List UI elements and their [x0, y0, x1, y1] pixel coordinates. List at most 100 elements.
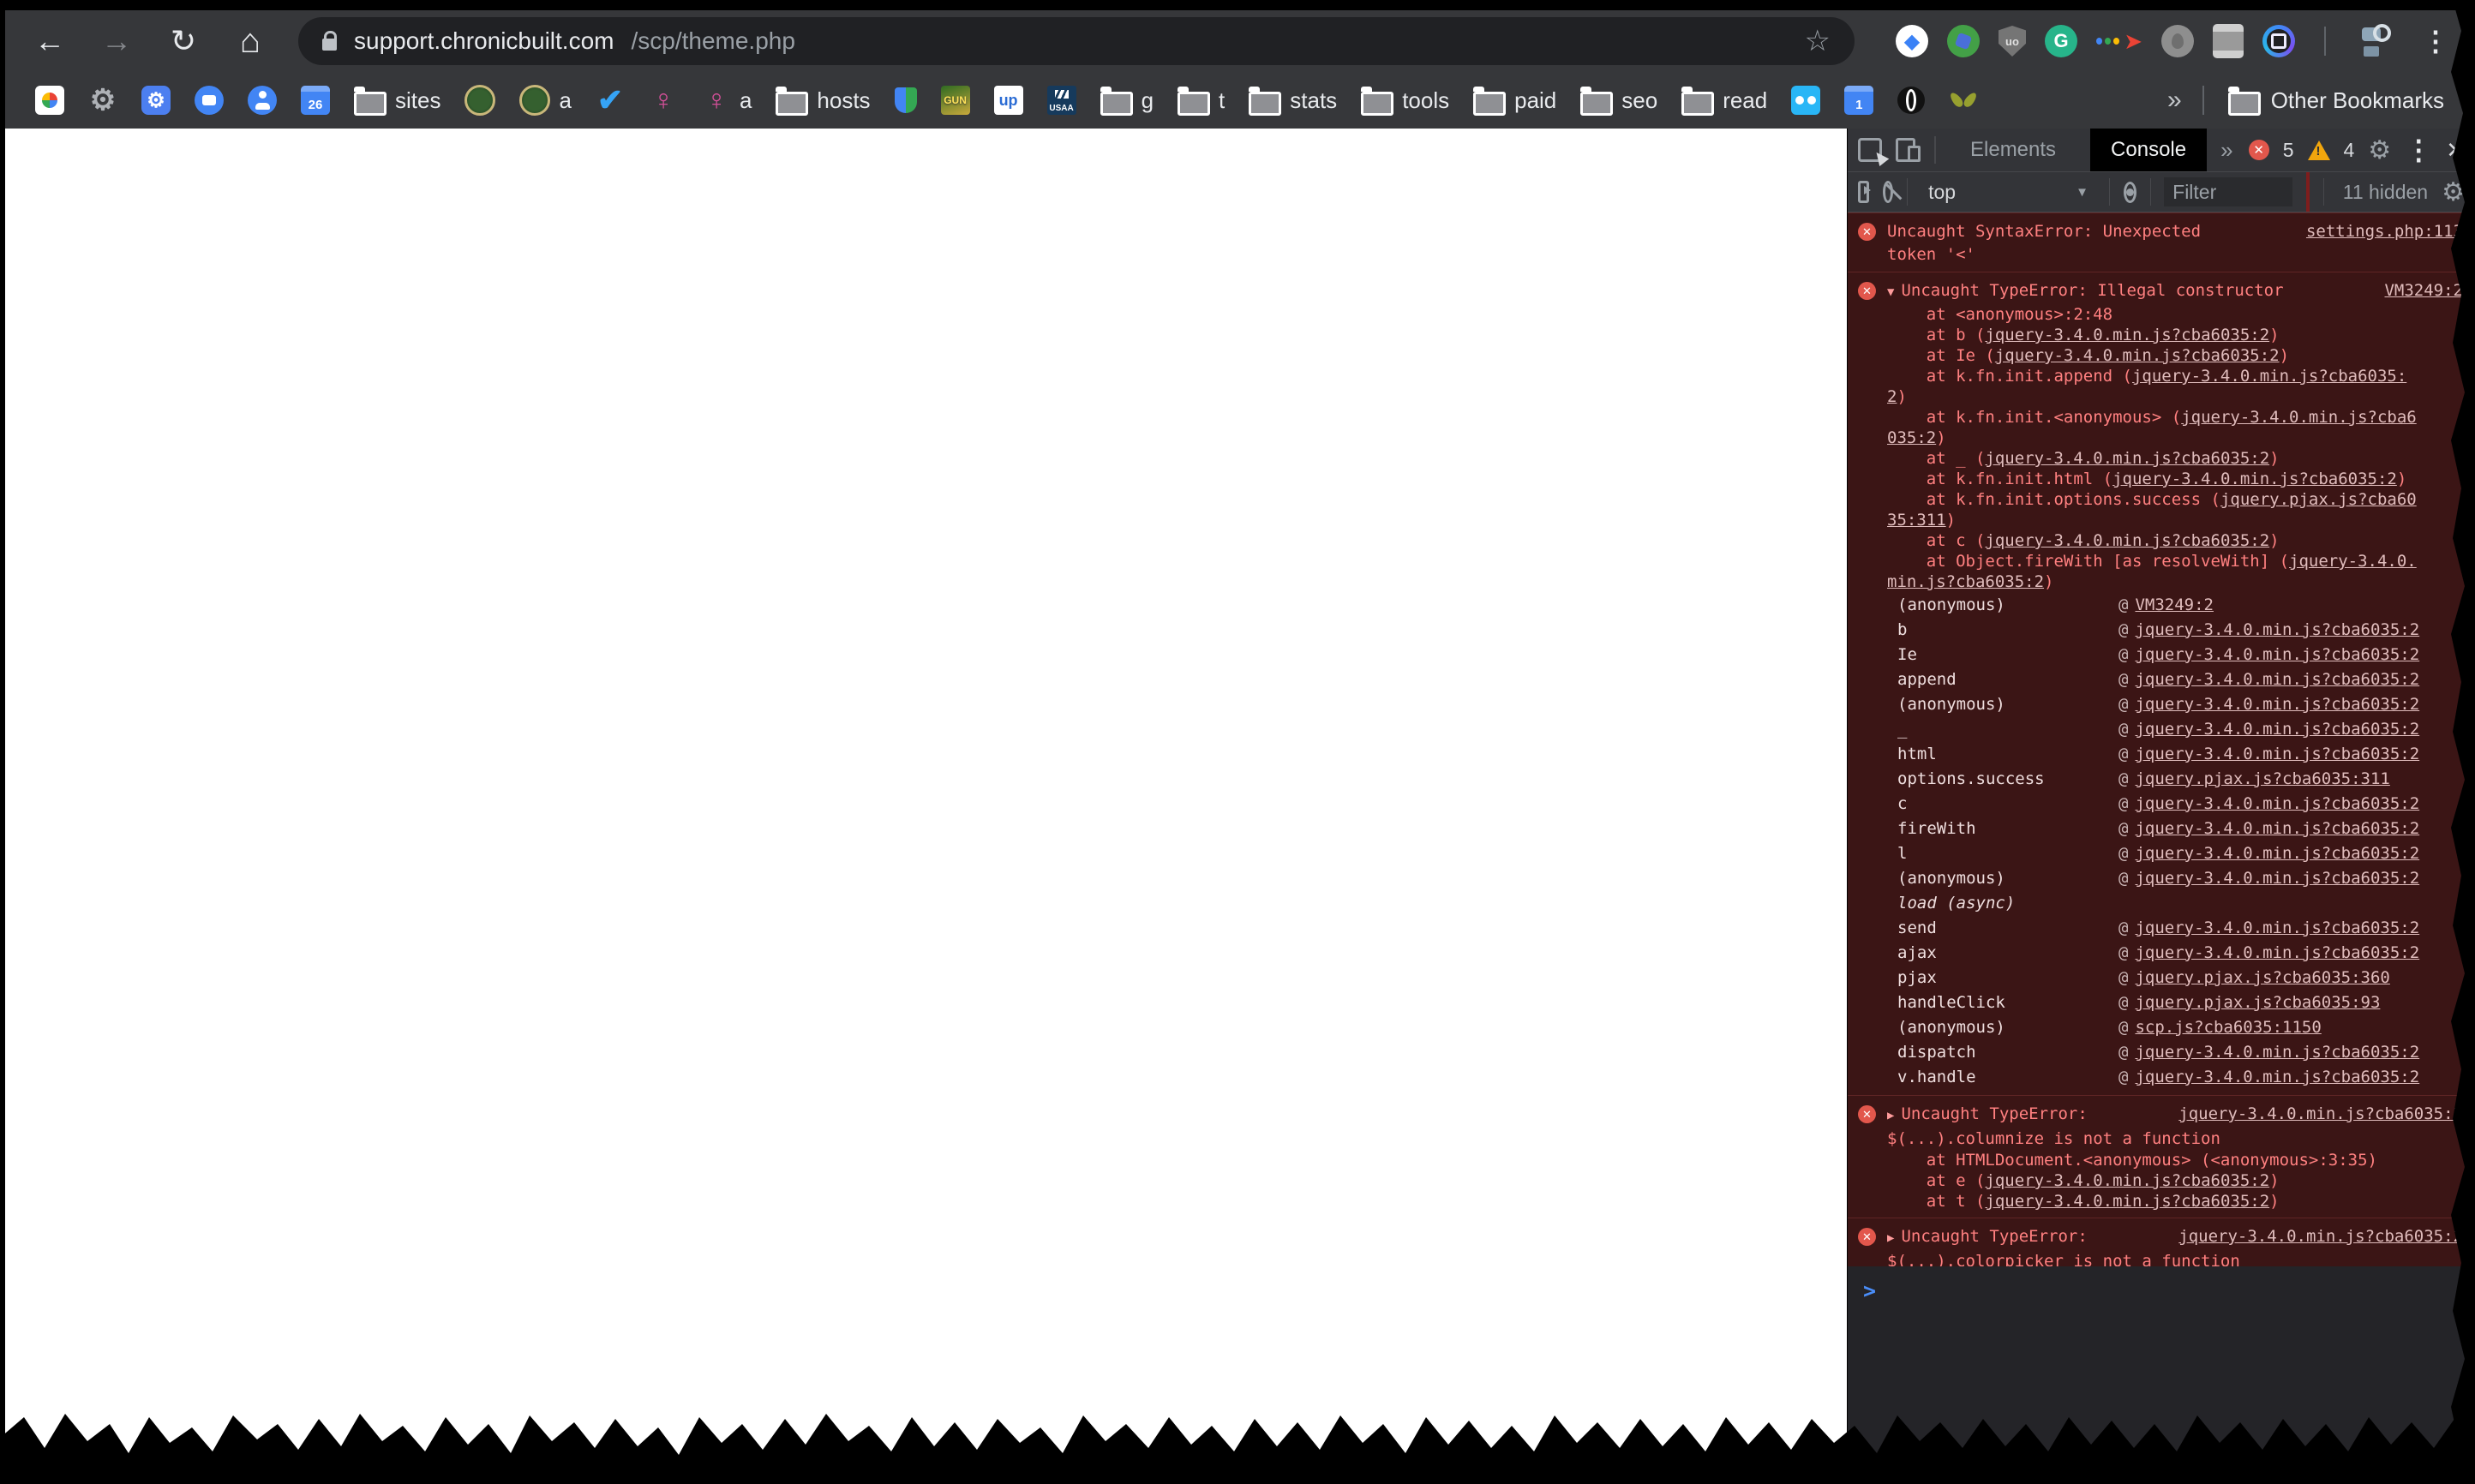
source-link[interactable]: jquery-3.4.0.min.js?cba6035:2 — [2135, 819, 2419, 838]
bookmark-chat[interactable] — [187, 86, 231, 115]
bookmark-binoculars[interactable] — [1783, 86, 1828, 115]
source-link[interactable]: jquery-3.4.0.min.js?cba6035:2 — [2135, 620, 2419, 639]
error-icon — [1858, 1228, 1876, 1246]
home-button[interactable] — [231, 22, 269, 61]
bookmark-stats[interactable]: stats — [1241, 85, 1345, 116]
clear-console-icon[interactable] — [1883, 181, 1894, 203]
page-content[interactable] — [5, 129, 1847, 1484]
bookmark-seo[interactable]: seo — [1573, 85, 1665, 116]
bookmark-shield-duo[interactable] — [887, 87, 925, 113]
bookmark-check[interactable] — [588, 86, 632, 115]
devtools-settings-icon[interactable] — [2368, 135, 2391, 165]
filter-input[interactable] — [2164, 177, 2293, 206]
ring-extension-icon[interactable] — [2262, 25, 2295, 57]
bookmark-a[interactable]: a — [694, 86, 759, 115]
source-link[interactable]: jquery-3.4.0.min.js?cba6035:2 — [2135, 943, 2419, 962]
bookmark-globe[interactable] — [1890, 87, 1933, 114]
bookmark-a[interactable]: a — [512, 85, 578, 116]
bookmark-hosts[interactable]: hosts — [768, 85, 878, 116]
source-link[interactable]: jquery-3.4.0.min.js?cba6035:2 — [2135, 745, 2419, 763]
ublock-extension-icon[interactable]: uo — [1999, 26, 2026, 57]
inspect-element-icon[interactable] — [1858, 138, 1882, 162]
bookmark-gear[interactable] — [81, 86, 125, 115]
bookmark-star-icon[interactable] — [1805, 24, 1831, 58]
gem-extension-icon[interactable] — [1896, 25, 1928, 57]
console-message[interactable]: ▶Uncaught TypeError:jquery-3.4.0.min.js?… — [1848, 1218, 2475, 1266]
upwork-icon: up — [993, 86, 1023, 115]
source-link[interactable]: jquery-3.4.0.min.js?cba6035:2 — [2135, 670, 2419, 689]
source-link[interactable]: jquery.pjax.js?cba6035:360 — [2135, 968, 2389, 987]
live-expression-icon[interactable] — [2123, 181, 2136, 203]
source-link[interactable]: settings.php:113 — [2306, 220, 2463, 243]
bookmark-g[interactable]: g — [1093, 85, 1161, 116]
warning-count-icon[interactable] — [2307, 140, 2330, 160]
forward-button[interactable] — [98, 23, 135, 59]
source-link[interactable]: jquery.pjax.js?cba6035:311 — [2135, 769, 2389, 788]
console-message[interactable]: Uncaught SyntaxError: Unexpectedsettings… — [1848, 212, 2475, 272]
source-link[interactable]: jquery-3.4.0.min.js?cba6035:2 — [2135, 869, 2419, 888]
expand-arrow-icon[interactable]: ▶ — [1887, 1109, 1894, 1122]
bookmarks-overflow-icon[interactable] — [2155, 86, 2194, 115]
back-button[interactable] — [31, 23, 69, 59]
bookmark-gun[interactable]: GUN — [933, 86, 978, 115]
devtools-menu-icon[interactable] — [2405, 134, 2432, 166]
bookmark-venus[interactable] — [641, 86, 686, 115]
context-selector[interactable]: top — [1921, 181, 2095, 204]
bookmark-plant[interactable] — [1941, 86, 1986, 115]
source-link[interactable]: jquery-3.4.0.min.js?cba6035:2 — [2135, 720, 2419, 739]
source-link[interactable]: jquery-3.4.0.min.js?cba6035:2 — [2178, 1103, 2463, 1126]
bookmark-upwork[interactable]: up — [986, 86, 1031, 115]
toolbar-divider — [2324, 27, 2326, 56]
console-message[interactable]: ▼Uncaught TypeError: Illegal constructor… — [1848, 272, 2475, 1096]
console-message[interactable]: ▶Uncaught TypeError:jquery-3.4.0.min.js?… — [1848, 1096, 2475, 1218]
source-link[interactable]: jquery-3.4.0.min.js?cba6035:2 — [2135, 1068, 2419, 1086]
reload-button[interactable] — [165, 23, 202, 59]
device-toolbar-icon[interactable] — [1896, 138, 1921, 162]
bookmark-read[interactable]: read — [1674, 85, 1775, 116]
source-link[interactable]: jquery-3.4.0.min.js?cba6035:2 — [2135, 919, 2419, 937]
source-link[interactable]: jquery-3.4.0.min.js?cba6035:2 — [2135, 645, 2419, 664]
address-bar[interactable]: support.chronicbuilt.com /scp/theme.php — [298, 17, 1855, 65]
bookmark-sites[interactable]: sites — [346, 85, 448, 116]
tagarrow-extension-icon[interactable] — [2096, 25, 2142, 57]
bookmark-usaa[interactable]: USAA — [1040, 86, 1084, 115]
bookmark-t[interactable]: t — [1170, 85, 1232, 116]
source-link[interactable]: jquery-3.4.0.min.js?cba6035:2 — [2135, 844, 2419, 863]
console-prompt-row[interactable]: > — [1848, 1266, 2475, 1484]
other-bookmarks[interactable]: Other Bookmarks — [2213, 85, 2453, 116]
source-link[interactable]: jquery-3.4.0.min.js?cba6035:2 — [2135, 1043, 2419, 1062]
source-link[interactable]: jquery-3.4.0.min.js?cba6035:2 — [2135, 794, 2419, 813]
robot-profile-icon[interactable] — [2355, 22, 2393, 60]
bookmark-tools[interactable]: tools — [1353, 85, 1457, 116]
bookmark-calendar-1[interactable]: 1 — [1837, 86, 1881, 115]
puzzle-extension-icon[interactable] — [1947, 25, 1980, 57]
expand-arrow-icon[interactable]: ▶ — [1887, 1231, 1894, 1245]
tab-elements[interactable]: Elements — [1950, 129, 2076, 171]
bookmark-paid[interactable]: paid — [1465, 85, 1564, 116]
bookmark-calendar-26[interactable]: 26 — [293, 86, 338, 115]
grammarly-extension-icon[interactable]: G — [2045, 25, 2077, 57]
more-tabs-icon[interactable] — [2220, 137, 2232, 164]
chrome-menu-icon[interactable] — [2422, 25, 2449, 57]
error-count-icon[interactable] — [2248, 140, 2269, 160]
source-link[interactable]: VM3249:2 — [2384, 279, 2463, 302]
console-settings-icon[interactable] — [2442, 177, 2465, 207]
source-link[interactable]: jquery-3.4.0.min.js?cba6035:2 — [2178, 1225, 2463, 1248]
tab-console[interactable]: Console — [2090, 129, 2208, 171]
card-extension-icon[interactable] — [2213, 24, 2244, 58]
toolbar-divider — [2108, 178, 2110, 206]
plant-icon — [1949, 86, 1978, 115]
bookmark-contact[interactable] — [240, 86, 285, 115]
source-link[interactable]: VM3249:2 — [2135, 595, 2214, 614]
bookmark-greenpoint[interactable] — [457, 85, 503, 116]
source-link[interactable]: jquery-3.4.0.min.js?cba6035:2 — [2135, 695, 2419, 714]
source-link[interactable]: scp.js?cba6035:1150 — [2135, 1018, 2321, 1037]
folder-icon — [1178, 87, 1211, 116]
expand-arrow-icon[interactable]: ▼ — [1887, 285, 1894, 299]
bookmark-chrome-store[interactable] — [27, 86, 72, 115]
source-link[interactable]: jquery.pjax.js?cba6035:93 — [2135, 993, 2380, 1012]
devtools-close-icon[interactable] — [2446, 137, 2465, 164]
flame-extension-icon[interactable] — [2161, 25, 2194, 57]
bookmark-wrench[interactable] — [134, 86, 178, 115]
console-sidebar-icon[interactable] — [1858, 181, 1872, 203]
